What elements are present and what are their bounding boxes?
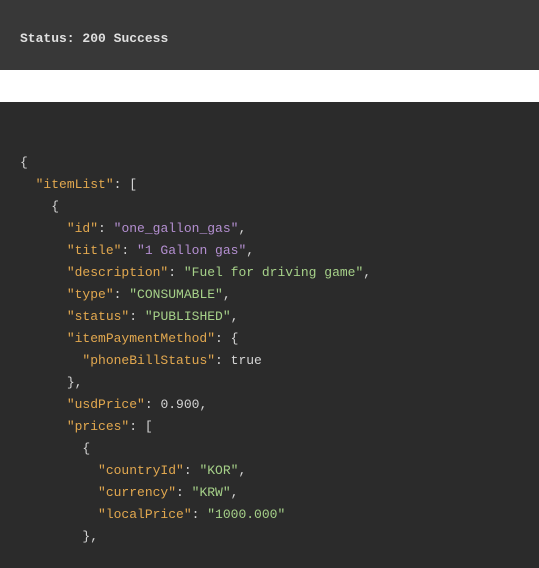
val-localPrice: "1000.000" bbox=[207, 507, 285, 522]
val-id: "one_gallon_gas" bbox=[114, 221, 239, 236]
key-status: "status" bbox=[67, 309, 129, 324]
key-currency: "currency" bbox=[98, 485, 176, 500]
key-countryId: "countryId" bbox=[98, 463, 184, 478]
json-pre: { "itemList": [ { "id": "one_gallon_gas"… bbox=[20, 152, 519, 548]
key-phoneBillStatus: "phoneBillStatus" bbox=[82, 353, 215, 368]
json-code-block: { "itemList": [ { "id": "one_gallon_gas"… bbox=[0, 102, 539, 568]
status-bar: Status: 200 Success bbox=[0, 0, 539, 70]
val-usdPrice: 0.900 bbox=[160, 397, 199, 412]
key-localPrice: "localPrice" bbox=[98, 507, 192, 522]
status-code: 200 bbox=[82, 31, 105, 46]
key-itemPaymentMethod: "itemPaymentMethod" bbox=[67, 331, 215, 346]
key-usdPrice: "usdPrice" bbox=[67, 397, 145, 412]
key-itemList: "itemList" bbox=[36, 177, 114, 192]
key-title: "title" bbox=[67, 243, 122, 258]
status-text: Success bbox=[114, 31, 169, 46]
val-currency: "KRW" bbox=[192, 485, 231, 500]
val-phoneBillStatus: true bbox=[231, 353, 262, 368]
val-description: "Fuel for driving game" bbox=[184, 265, 363, 280]
key-prices: "prices" bbox=[67, 419, 129, 434]
key-type: "type" bbox=[67, 287, 114, 302]
val-type: "CONSUMABLE" bbox=[129, 287, 223, 302]
val-title: "1 Gallon gas" bbox=[137, 243, 246, 258]
key-description: "description" bbox=[67, 265, 168, 280]
status-label: Status: bbox=[20, 31, 75, 46]
val-countryId: "KOR" bbox=[199, 463, 238, 478]
val-status: "PUBLISHED" bbox=[145, 309, 231, 324]
key-id: "id" bbox=[67, 221, 98, 236]
separator-gap bbox=[0, 70, 539, 102]
